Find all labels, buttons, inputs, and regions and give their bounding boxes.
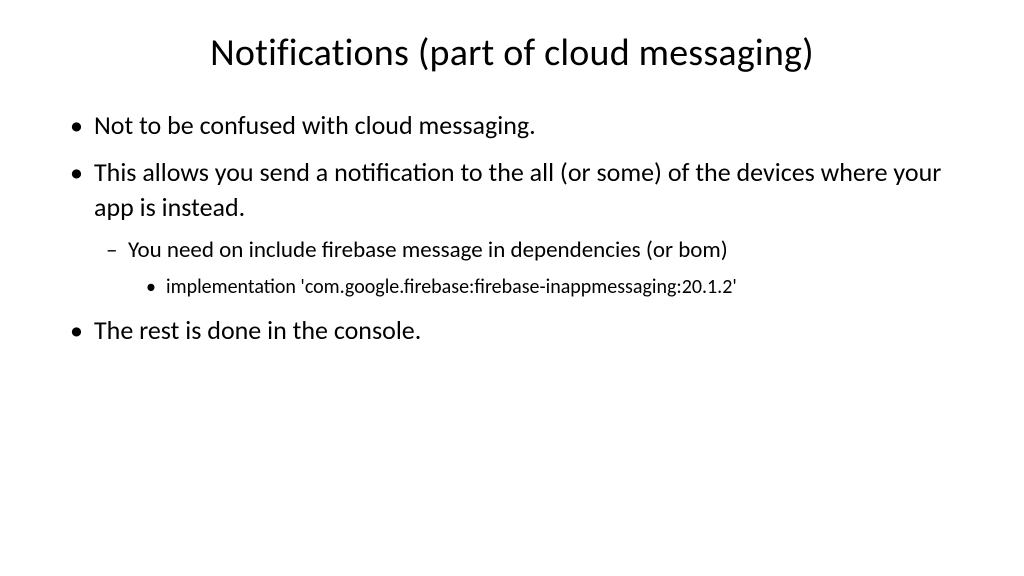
- sub-sub-bullet-text: implementation 'com.google.firebase:fire…: [166, 275, 737, 299]
- sub-sub-bullet-item: implementation 'com.google.firebase:fire…: [146, 274, 974, 301]
- slide-content: Not to be confused with cloud messaging.…: [50, 108, 974, 348]
- bullet-item: The rest is done in the console.: [70, 313, 974, 348]
- bullet-text: The rest is done in the console.: [94, 314, 421, 346]
- bullet-text: This allows you send a notification to t…: [94, 156, 941, 223]
- slide-title: Notifications (part of cloud messaging): [50, 30, 974, 76]
- sub-bullet-text: You need on include firebase message in …: [128, 236, 728, 264]
- sub-bullet-list: You need on include firebase message in …: [106, 235, 974, 301]
- bullet-item: This allows you send a notification to t…: [70, 155, 974, 301]
- bullet-text: Not to be confused with cloud messaging.: [94, 109, 536, 141]
- sub-sub-bullet-list: implementation 'com.google.firebase:fire…: [146, 274, 974, 301]
- bullet-list: Not to be confused with cloud messaging.…: [70, 108, 974, 348]
- bullet-item: Not to be confused with cloud messaging.: [70, 108, 974, 143]
- sub-bullet-item: You need on include firebase message in …: [106, 235, 974, 301]
